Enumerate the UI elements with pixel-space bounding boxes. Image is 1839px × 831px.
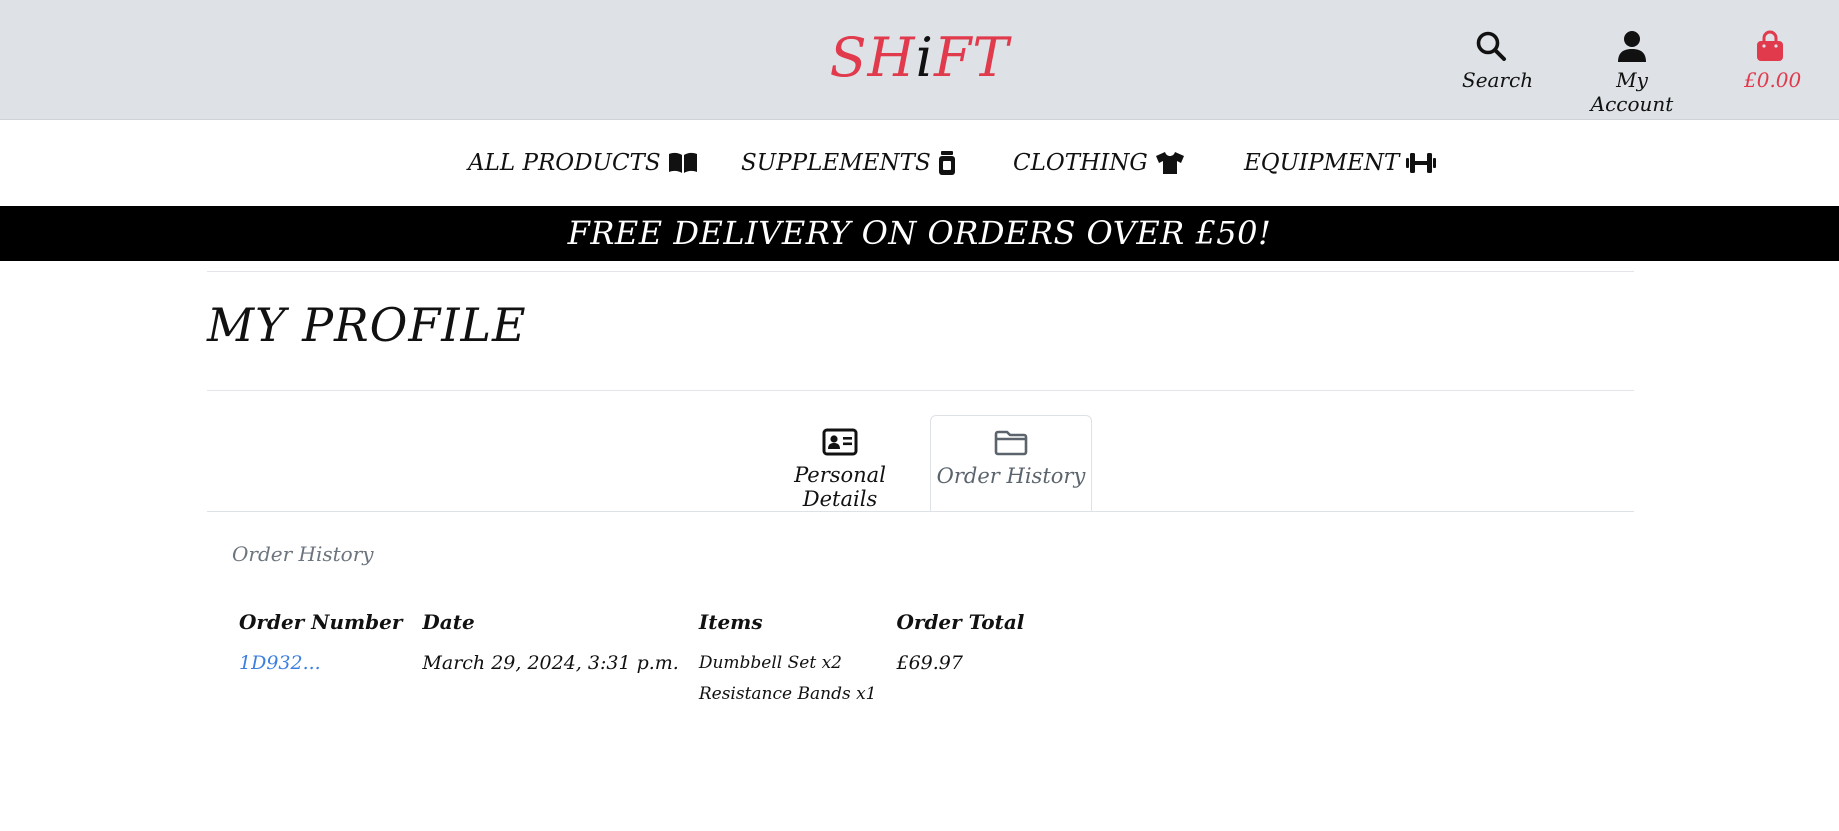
search-icon [1476, 31, 1506, 61]
header-search-link[interactable]: Search [1462, 30, 1533, 92]
nav-equipment[interactable]: EQUIPMENT [1244, 150, 1437, 176]
jar-icon [938, 151, 955, 175]
table-row: 1D932... March 29, 2024, 3:31 p.m. Dumbb… [229, 644, 1034, 718]
header-account-link[interactable]: My Account [1580, 30, 1684, 116]
tab-personal-details-label: Personal Details [794, 463, 886, 511]
column-header-order-total: Order Total [896, 610, 1025, 634]
nav-all-products[interactable]: ALL PRODUCTS [468, 150, 698, 176]
table-header-row: Order Number Date Items Order Total [229, 600, 1034, 644]
column-header-items: Items [698, 610, 763, 634]
logo-text-i: i [915, 26, 934, 89]
site-logo[interactable]: SHiFT [0, 26, 1839, 89]
header-cart-link[interactable]: £0.00 [1744, 30, 1801, 92]
order-history-table: Order Number Date Items Order Total 1D93… [229, 600, 1034, 718]
shopping-bag-icon [1757, 30, 1783, 61]
dumbbell-icon [1406, 153, 1437, 173]
order-item: Resistance Bands x1 [698, 684, 877, 704]
tab-order-history[interactable]: Order History [930, 415, 1092, 512]
folder-icon [994, 430, 1028, 456]
order-total-cell: £69.97 [896, 652, 963, 674]
search-label: Search [1462, 68, 1534, 92]
top-header: SHiFT Search My Account £0.00 [0, 0, 1839, 120]
id-card-icon [822, 428, 858, 456]
cart-total: £0.00 [1744, 68, 1802, 92]
order-items-cell: Dumbbell Set x2 Resistance Bands x1 [689, 644, 887, 718]
tab-order-history-label: Order History [936, 464, 1086, 488]
column-header-date: Date [422, 610, 475, 634]
order-item: Dumbbell Set x2 [698, 653, 842, 673]
order-date-cell: March 29, 2024, 3:31 p.m. [422, 652, 679, 674]
nav-clothing-label: CLOTHING [1013, 150, 1148, 176]
order-number-cell: 1D932... [229, 644, 412, 718]
free-delivery-banner: FREE DELIVERY ON ORDERS OVER £50! [0, 206, 1839, 261]
user-icon [1618, 31, 1646, 62]
account-label: My Account [1590, 68, 1674, 116]
divider [207, 390, 1634, 391]
tshirt-icon [1155, 152, 1184, 174]
nav-all-products-label: ALL PRODUCTS [468, 150, 661, 176]
tabs-underline [207, 511, 1634, 512]
logo-text-sh: SH [829, 26, 916, 89]
logo-text-ft: FT [933, 26, 1010, 89]
column-header-order-number: Order Number [239, 610, 403, 634]
nav-supplements[interactable]: SUPPLEMENTS [741, 150, 956, 176]
order-number-link[interactable]: 1D932... [239, 652, 321, 674]
nav-clothing[interactable]: CLOTHING [1013, 150, 1185, 176]
main-nav: ALL PRODUCTS SUPPLEMENTS CLOTHING EQUIPM… [0, 120, 1839, 206]
tab-personal-details[interactable]: Personal Details [765, 415, 915, 512]
order-history-heading: Order History [232, 542, 374, 566]
book-icon [668, 152, 697, 173]
nav-supplements-label: SUPPLEMENTS [741, 150, 931, 176]
nav-equipment-label: EQUIPMENT [1244, 150, 1400, 176]
page-title: MY PROFILE [207, 298, 527, 352]
divider [207, 271, 1634, 272]
